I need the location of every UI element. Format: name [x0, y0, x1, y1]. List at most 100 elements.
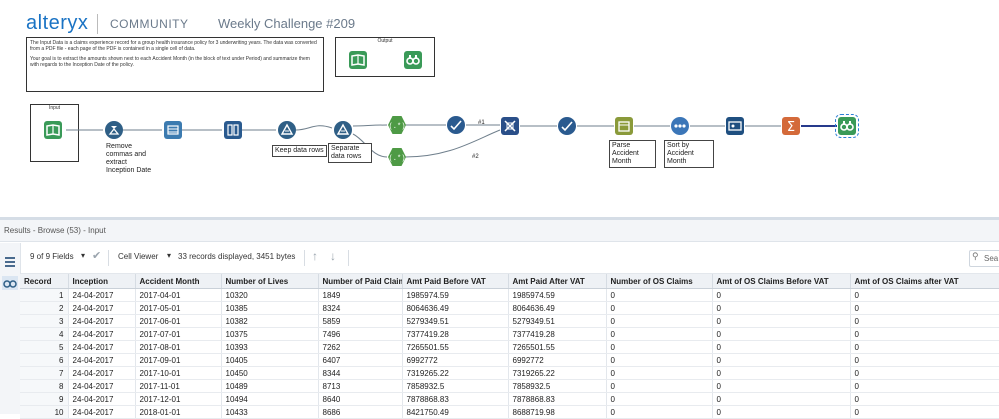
table-cell[interactable]: 0	[606, 301, 713, 315]
table-cell[interactable]: 1985974.59	[508, 288, 607, 302]
table-cell[interactable]: 7265501.55	[402, 340, 509, 354]
table-cell[interactable]: 0	[712, 405, 851, 419]
browse-tool[interactable]	[835, 114, 859, 138]
sort-tool[interactable]	[671, 117, 689, 135]
table-cell[interactable]: 0	[712, 366, 851, 380]
table-cell[interactable]: 0	[850, 353, 999, 367]
table-cell[interactable]: 0	[850, 327, 999, 341]
table-cell[interactable]: 5279349.51	[402, 314, 509, 328]
table-cell[interactable]: 24-04-2017	[68, 379, 136, 393]
table-cell[interactable]: 0	[850, 379, 999, 393]
report-tool[interactable]	[726, 117, 744, 135]
table-cell[interactable]: 7319265.22	[402, 366, 509, 380]
record-number-cell[interactable]: 9	[20, 392, 69, 406]
table-cell[interactable]: 0	[712, 314, 851, 328]
table-cell[interactable]: 0	[712, 353, 851, 367]
record-number-cell[interactable]: 6	[20, 353, 69, 367]
table-cell[interactable]: 2017-05-01	[135, 301, 222, 315]
record-number-cell[interactable]: 8	[20, 379, 69, 393]
table-cell[interactable]: 8344	[318, 366, 403, 380]
table-cell[interactable]: 0	[712, 327, 851, 341]
table-cell[interactable]: 2017-09-01	[135, 353, 222, 367]
record-number-cell[interactable]: 4	[20, 327, 69, 341]
table-cell[interactable]: 2017-04-01	[135, 288, 222, 302]
table-cell[interactable]: 10450	[221, 366, 319, 380]
table-cell[interactable]: 0	[606, 327, 713, 341]
table-cell[interactable]: 10382	[221, 314, 319, 328]
table-cell[interactable]: 8713	[318, 379, 403, 393]
datetime-tool[interactable]	[615, 117, 633, 135]
table-cell[interactable]: 0	[606, 314, 713, 328]
column-header[interactable]: Number of OS Claims	[606, 274, 713, 289]
table-cell[interactable]: 24-04-2017	[68, 327, 136, 341]
table-cell[interactable]: 7377419.28	[402, 327, 509, 341]
record-number-cell[interactable]: 5	[20, 340, 69, 354]
fields-selector[interactable]: 9 of 9 Fields	[30, 252, 74, 261]
table-cell[interactable]: 6407	[318, 353, 403, 367]
workflow-canvas[interactable]: alteryx COMMUNITY Weekly Challenge #209 …	[0, 0, 999, 218]
chevron-down-icon[interactable]: ▾	[81, 251, 85, 260]
table-cell[interactable]: 8064636.49	[508, 301, 607, 315]
multi-row-formula-tool[interactable]	[164, 121, 182, 139]
check-icon[interactable]: ✔	[92, 249, 101, 262]
cell-viewer-selector[interactable]: Cell Viewer	[118, 252, 158, 261]
table-cell[interactable]: 2017-08-01	[135, 340, 222, 354]
table-row[interactable]: 9 24-04-2017 2017-12-01 10494 8640 7878868.83…	[20, 392, 999, 406]
table-cell[interactable]: 0	[712, 340, 851, 354]
table-cell[interactable]: 7878868.83	[508, 392, 607, 406]
table-cell[interactable]: 10393	[221, 340, 319, 354]
table-cell[interactable]: 0	[606, 366, 713, 380]
table-row[interactable]: 8 24-04-2017 2017-11-01 10489 8713 7858932.5 7…	[20, 379, 999, 393]
table-cell[interactable]: 10320	[221, 288, 319, 302]
table-cell[interactable]: 10375	[221, 327, 319, 341]
table-cell[interactable]: 6992772	[402, 353, 509, 367]
chevron-down-icon[interactable]: ▾	[167, 251, 171, 260]
table-cell[interactable]: 0	[606, 405, 713, 419]
column-header[interactable]: Record	[20, 274, 69, 289]
filter-tool-keep[interactable]	[278, 121, 296, 139]
table-cell[interactable]: 0	[712, 392, 851, 406]
table-row[interactable]: 10 24-04-2017 2018-01-01 10433 8686 8421750.4…	[20, 405, 999, 419]
input-data-tool[interactable]	[44, 121, 62, 139]
arrow-up-icon[interactable]: ↑	[312, 249, 318, 263]
table-cell[interactable]: 0	[850, 340, 999, 354]
table-cell[interactable]: 0	[850, 392, 999, 406]
table-row[interactable]: 4 24-04-2017 2017-07-01 10375 7496 7377419.28…	[20, 327, 999, 341]
column-header[interactable]: Inception	[68, 274, 136, 289]
table-row[interactable]: 5 24-04-2017 2017-08-01 10393 7262 7265501.55…	[20, 340, 999, 354]
table-cell[interactable]: 7858932.5	[402, 379, 509, 393]
table-cell[interactable]: 5279349.51	[508, 314, 607, 328]
record-number-cell[interactable]: 10	[20, 405, 69, 419]
table-cell[interactable]: 7858932.5	[508, 379, 607, 393]
table-cell[interactable]: 24-04-2017	[68, 405, 136, 419]
table-cell[interactable]: 2017-06-01	[135, 314, 222, 328]
record-number-cell[interactable]: 7	[20, 366, 69, 380]
table-cell[interactable]: 1849	[318, 288, 403, 302]
table-cell[interactable]: 8324	[318, 301, 403, 315]
table-cell[interactable]: 7262	[318, 340, 403, 354]
table-cell[interactable]: 10433	[221, 405, 319, 419]
column-header[interactable]: Number of Lives	[221, 274, 319, 289]
filter-tool-separate[interactable]	[334, 121, 352, 139]
table-cell[interactable]: 24-04-2017	[68, 340, 136, 354]
table-cell[interactable]: 24-04-2017	[68, 301, 136, 315]
table-cell[interactable]: 8686	[318, 405, 403, 419]
table-cell[interactable]: 10489	[221, 379, 319, 393]
table-cell[interactable]: 0	[606, 353, 713, 367]
table-cell[interactable]: 0	[850, 288, 999, 302]
table-cell[interactable]: 2017-10-01	[135, 366, 222, 380]
table-cell[interactable]: 0	[606, 340, 713, 354]
summarize-tool[interactable]: Σ	[782, 117, 800, 135]
table-cell[interactable]: 0	[850, 366, 999, 380]
table-cell[interactable]: 0	[712, 301, 851, 315]
table-cell[interactable]: 8064636.49	[402, 301, 509, 315]
record-number-cell[interactable]: 3	[20, 314, 69, 328]
table-cell[interactable]: 7377419.28	[508, 327, 607, 341]
table-cell[interactable]: 24-04-2017	[68, 366, 136, 380]
table-cell[interactable]: 24-04-2017	[68, 392, 136, 406]
table-cell[interactable]: 2017-11-01	[135, 379, 222, 393]
table-row[interactable]: 7 24-04-2017 2017-10-01 10450 8344 7319265.22…	[20, 366, 999, 380]
table-row[interactable]: 1 24-04-2017 2017-04-01 10320 1849 1985974.59…	[20, 288, 999, 302]
table-cell[interactable]: 8421750.49	[402, 405, 509, 419]
table-cell[interactable]: 7319265.22	[508, 366, 607, 380]
